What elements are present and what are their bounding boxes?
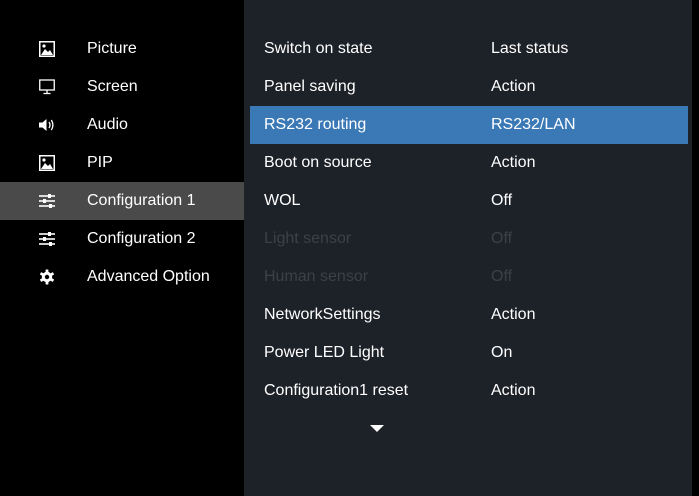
setting-label: Human sensor: [264, 268, 369, 285]
sidebar-item-advanced-option[interactable]: Advanced Option: [0, 258, 244, 296]
sidebar-item-label: Advanced Option: [87, 268, 210, 285]
setting-row-configuration1-reset[interactable]: Configuration1 reset Action: [250, 372, 688, 410]
setting-value: RS232/LAN: [491, 116, 576, 133]
setting-row-light-sensor: Light sensor Off: [250, 220, 688, 258]
setting-label: Power LED Light: [264, 344, 385, 361]
setting-label: Light sensor: [264, 230, 352, 247]
setting-row-switch-on-state[interactable]: Switch on state Last status: [250, 30, 688, 68]
sidebar-item-label: Audio: [87, 116, 128, 133]
setting-label: WOL: [264, 192, 301, 209]
setting-row-network-settings[interactable]: NetworkSettings Action: [250, 296, 688, 334]
setting-row-boot-on-source[interactable]: Boot on source Action: [250, 144, 688, 182]
sidebar-item-label: Configuration 1: [87, 192, 196, 209]
setting-row-panel-saving[interactable]: Panel saving Action: [250, 68, 688, 106]
monitor-icon: [39, 79, 55, 95]
settings-panel: Switch on state Last status Panel saving…: [244, 0, 692, 496]
setting-row-rs232-routing[interactable]: RS232 routing RS232/LAN: [250, 106, 688, 144]
setting-label: Boot on source: [264, 154, 372, 171]
setting-label: NetworkSettings: [264, 306, 381, 323]
setting-row-wol[interactable]: WOL Off: [250, 182, 688, 220]
setting-value: Off: [491, 192, 513, 209]
setting-value: Off: [491, 268, 513, 285]
setting-value: Last status: [491, 40, 569, 57]
sidebar-item-configuration-1[interactable]: Configuration 1: [0, 182, 244, 220]
setting-value: Action: [491, 78, 536, 95]
setting-value: Action: [491, 382, 536, 399]
picture-icon: [39, 41, 55, 57]
pip-icon: [39, 155, 55, 171]
sidebar-item-screen[interactable]: Screen: [0, 68, 244, 106]
sidebar-item-picture[interactable]: Picture: [0, 30, 244, 68]
setting-value: Action: [491, 306, 536, 323]
sidebar-item-label: Picture: [87, 40, 137, 57]
sidebar-item-configuration-2[interactable]: Configuration 2: [0, 220, 244, 258]
sidebar-item-label: PIP: [87, 154, 113, 171]
screen-edge: [692, 0, 699, 496]
setting-label: Configuration1 reset: [264, 382, 409, 399]
sidebar-item-audio[interactable]: Audio: [0, 106, 244, 144]
setting-label: RS232 routing: [264, 116, 367, 133]
chevron-down-icon[interactable]: [370, 425, 384, 432]
setting-row-power-led-light[interactable]: Power LED Light On: [250, 334, 688, 372]
sidebar-item-pip[interactable]: PIP: [0, 144, 244, 182]
sidebar-item-label: Screen: [87, 78, 138, 95]
setting-value: Off: [491, 230, 513, 247]
gear-icon: [40, 269, 54, 285]
sidebar-item-label: Configuration 2: [87, 230, 196, 247]
sidebar-menu: Picture Screen Audio PIP Configuration 1…: [0, 0, 244, 496]
setting-value: Action: [491, 154, 536, 171]
sliders-icon: [39, 194, 55, 208]
sliders-icon: [39, 232, 55, 246]
setting-label: Switch on state: [264, 40, 373, 57]
speaker-icon: [39, 119, 54, 131]
setting-value: On: [491, 344, 513, 361]
setting-row-human-sensor: Human sensor Off: [250, 258, 688, 296]
setting-label: Panel saving: [264, 78, 356, 95]
